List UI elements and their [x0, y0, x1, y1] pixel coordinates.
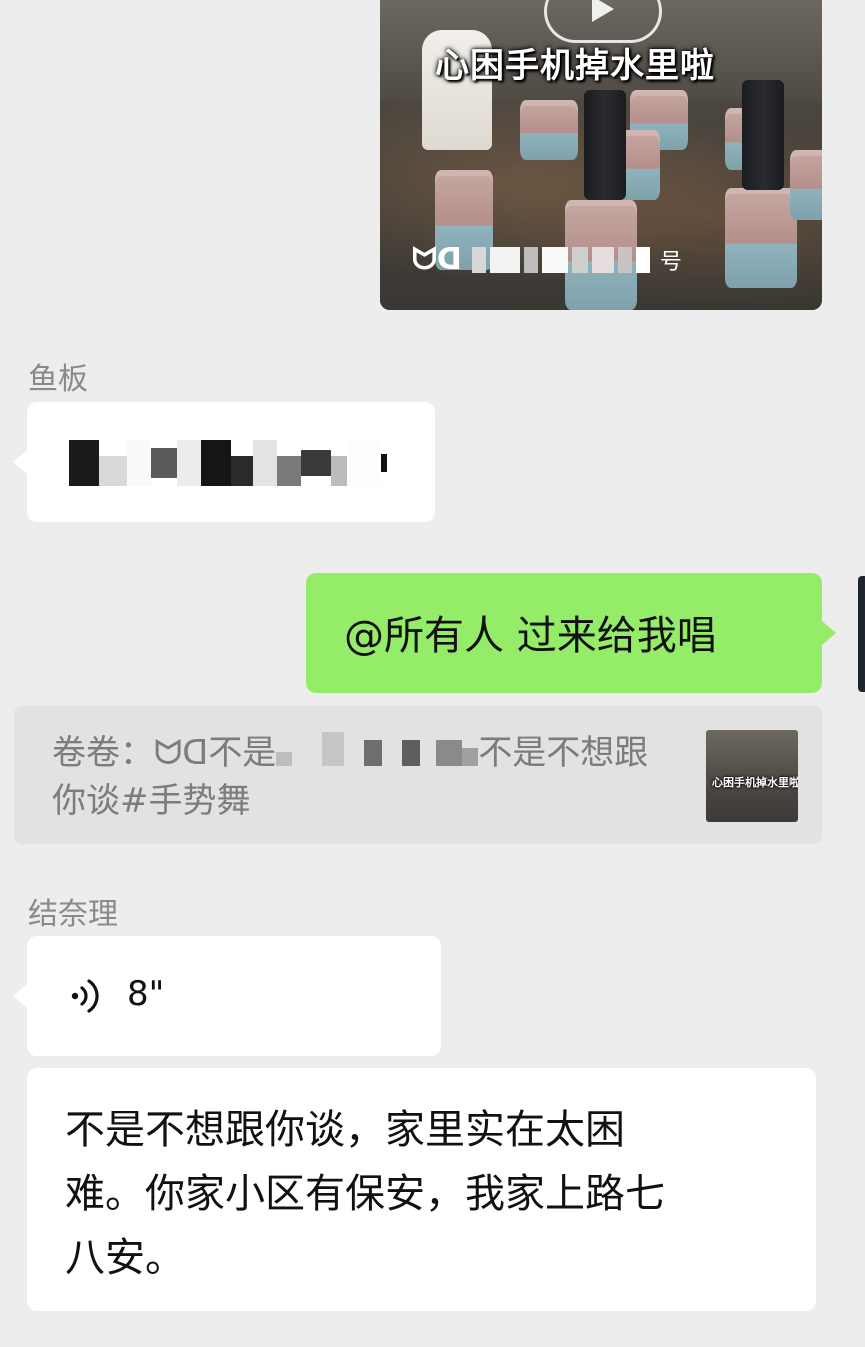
sender-name: 鱼板	[28, 362, 88, 397]
redacted-message-content	[69, 440, 387, 486]
quoted-message[interactable]: 卷卷：ᗢᗡ不是 不是不想跟你谈#手势舞 心困手机掉水里啦	[14, 706, 822, 844]
channel-logo-icon: ᗢᗡ	[412, 242, 462, 277]
voice-icon	[71, 979, 99, 1013]
video-message-card[interactable]: 心困手机掉水里啦 ᗢᗡ 号	[380, 0, 822, 310]
transcript-line: 八安。	[65, 1235, 185, 1281]
quoted-message-text: 卷卷：ᗢᗡ不是 不是不想跟你谈#手势舞	[52, 730, 702, 824]
person-in-pants	[584, 90, 626, 200]
transcript-line: 不是不想跟你谈，家里实在太困	[65, 1107, 625, 1153]
quote-author: 卷卷：	[52, 733, 154, 773]
voice-transcript-bubble[interactable]: 不是不想跟你谈，家里实在太困 难。你家小区有保安，我家上路七 八安。	[27, 1068, 816, 1311]
person-in-pants	[742, 80, 784, 190]
stool-shape	[725, 188, 797, 288]
video-title: 心困手机掉水里啦	[435, 46, 715, 86]
redacted-channel-name	[471, 247, 650, 273]
quoted-thumbnail-title: 心困手机掉水里啦	[712, 776, 798, 789]
sender-name: 结奈理	[28, 897, 118, 932]
quoted-video-thumbnail[interactable]: 心困手机掉水里啦	[706, 730, 798, 822]
quote-text-mid: 不是不想跟	[478, 733, 649, 773]
video-channel-row: ᗢᗡ 号	[412, 242, 682, 277]
stool-shape	[790, 150, 822, 220]
transcript-line: 难。你家小区有保安，我家上路七	[65, 1171, 665, 1217]
message-bubble-redacted[interactable]	[13, 402, 435, 522]
voice-message-bubble[interactable]: 8"	[13, 936, 441, 1056]
quote-text-start: 不是	[208, 733, 277, 773]
channel-suffix: 号	[659, 250, 682, 275]
stool-shape	[520, 100, 578, 160]
outgoing-message-bubble[interactable]: @所有人 过来给我唱	[306, 573, 836, 693]
quote-text-end: 你谈#手势舞	[52, 780, 251, 821]
avatar[interactable]	[858, 576, 865, 692]
voice-duration: 8"	[127, 974, 165, 1014]
mention-message-text: @所有人 过来给我唱	[344, 613, 717, 659]
voice-transcript-text: 不是不想跟你谈，家里实在太困 难。你家小区有保安，我家上路七 八安。	[65, 1098, 785, 1290]
play-icon[interactable]	[544, 0, 662, 43]
quote-logo-icon: ᗢᗡ	[154, 733, 209, 773]
quote-redacted	[276, 731, 479, 778]
